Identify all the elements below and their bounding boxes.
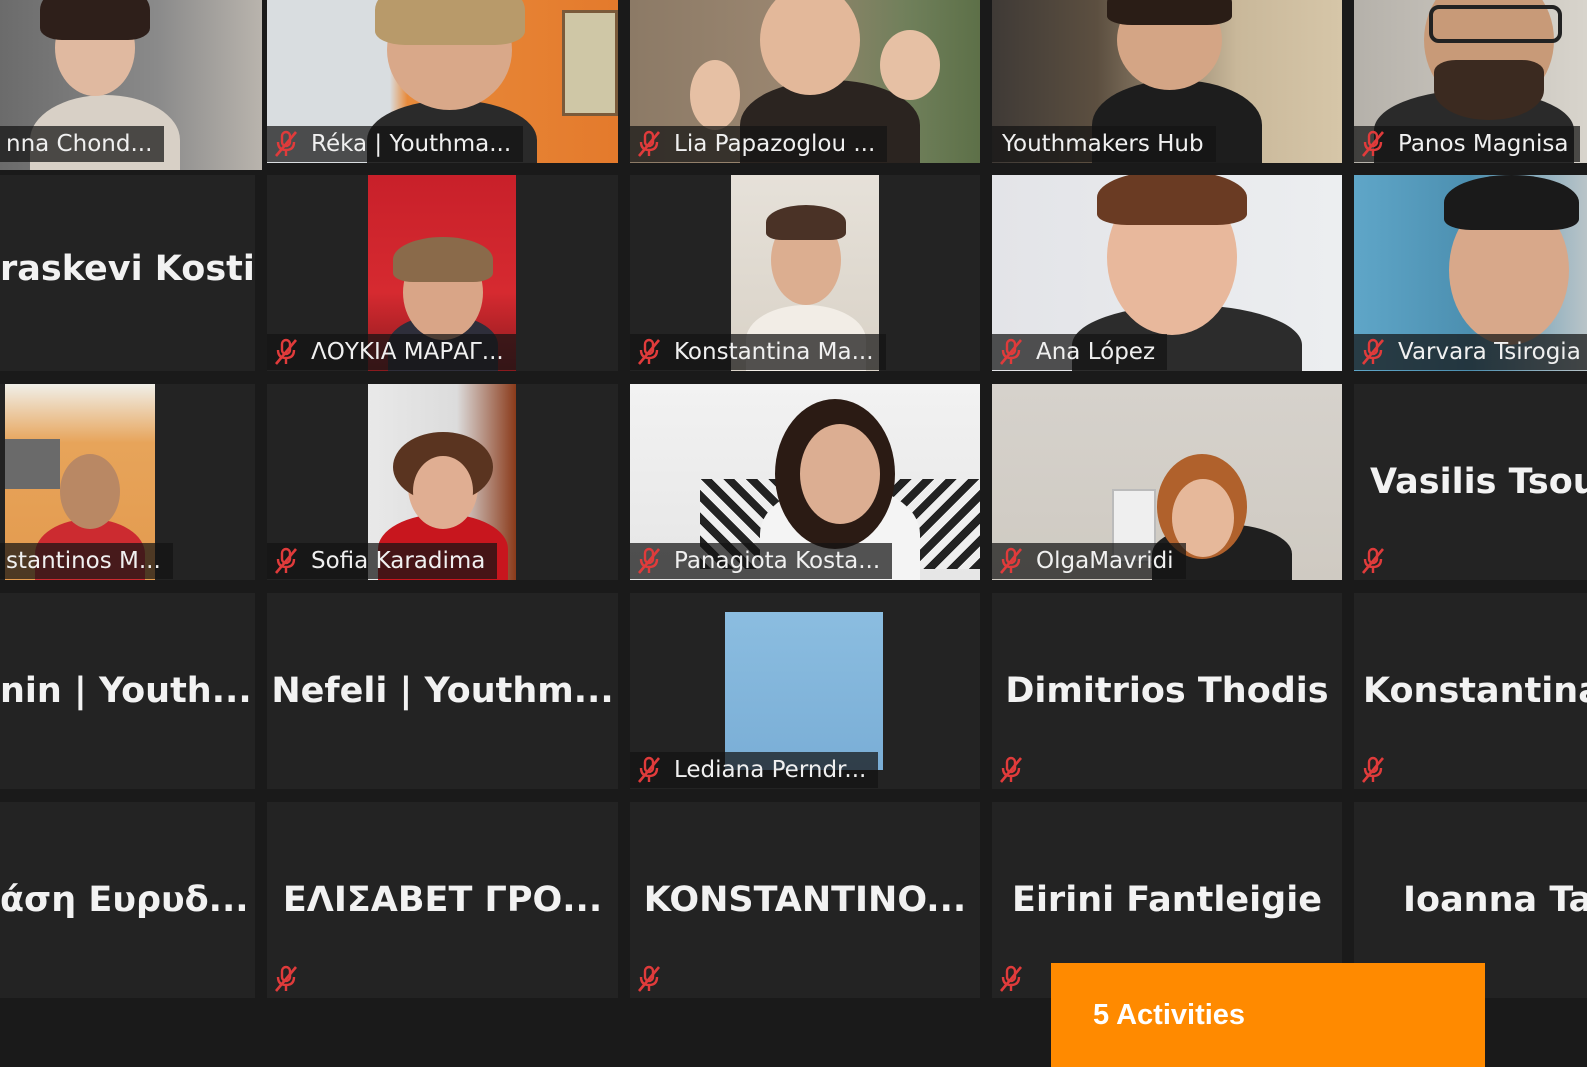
participant-name-label: Konstantina Ma... <box>630 334 886 370</box>
participant-name-label: Réka | Youthma... <box>267 126 524 162</box>
participant-tile[interactable]: Panagiota Kosta... <box>630 384 980 580</box>
participant-name: Vasilis Tsou <box>1370 462 1587 502</box>
participant-tile[interactable]: OlgaMavridi <box>992 384 1342 580</box>
muted-mic-icon <box>1361 547 1385 575</box>
participant-tile[interactable]: stantinos M... <box>0 384 255 580</box>
profile-image <box>725 612 883 770</box>
participant-name: ΕΛΙΣΑΒΕΤ ΓΡΟ... <box>282 880 603 920</box>
muted-mic-icon <box>637 965 661 993</box>
participant-tile[interactable]: Vasilis Tsou <box>1354 384 1587 580</box>
participant-tile[interactable]: Panos Magnisa <box>1354 0 1587 163</box>
participant-name: Eirini Fantleigie <box>1012 880 1322 920</box>
muted-mic-icon <box>1361 756 1385 784</box>
participant-tile[interactable]: Varvara Tsirogia <box>1354 175 1587 371</box>
muted-mic-icon <box>637 338 661 366</box>
muted-mic-icon <box>637 756 661 784</box>
participant-name: Nefeli | Youthm... <box>271 671 614 711</box>
muted-mic-icon <box>637 130 661 158</box>
muted-mic-icon <box>637 547 661 575</box>
participant-tile[interactable]: raskevi Kosti <box>0 175 255 371</box>
participant-tile[interactable]: Youthmakers Hub <box>992 0 1342 163</box>
participant-name-label: Sofia Karadima <box>267 543 498 579</box>
muted-mic-icon <box>274 338 298 366</box>
activities-label: 5 Activities <box>1093 999 1246 1031</box>
participant-name-label: OlgaMavridi <box>992 543 1186 579</box>
participant-name-label: stantinos M... <box>0 543 173 579</box>
participant-name: Ioanna Ta <box>1403 880 1587 920</box>
participant-name: KONSTANTINO... <box>643 880 967 920</box>
participant-name-label: Lia Papazoglou ... <box>630 126 888 162</box>
participant-tile[interactable]: nna Chond... <box>0 0 262 170</box>
activities-banner: 5 Activities <box>1051 963 1485 1067</box>
participant-tile[interactable]: Konstantina <box>1354 593 1587 789</box>
participant-tile[interactable]: nin | Youth... <box>0 593 255 789</box>
muted-mic-icon <box>274 130 298 158</box>
participant-tile[interactable]: Sofia Karadima <box>267 384 618 580</box>
muted-mic-icon <box>999 965 1023 993</box>
participant-name-label: Youthmakers Hub <box>992 126 1216 162</box>
participant-name-label: Panos Magnisa <box>1354 126 1581 162</box>
participant-tile[interactable]: άση Ευρυδ... <box>0 802 255 998</box>
participant-name: Dimitrios Thodis <box>1005 671 1329 711</box>
participant-tile[interactable]: Lia Papazoglou ... <box>630 0 980 163</box>
participant-tile[interactable]: ΕΛΙΣΑΒΕΤ ΓΡΟ... <box>267 802 618 998</box>
muted-mic-icon <box>1361 130 1385 158</box>
participant-tile[interactable]: Konstantina Ma... <box>630 175 980 371</box>
participant-name: raskevi Kosti <box>0 249 255 290</box>
muted-mic-icon <box>274 547 298 575</box>
participant-name: nin | Youth... <box>0 671 252 711</box>
participant-name: Konstantina <box>1363 671 1587 711</box>
participant-tile[interactable]: ΛΟΥΚΙΑ ΜΑΡΑΓ... <box>267 175 618 371</box>
participant-name: άση Ευρυδ... <box>0 880 249 920</box>
participant-tile[interactable]: Dimitrios Thodis <box>992 593 1342 789</box>
participant-name-label: Panagiota Kosta... <box>630 543 893 579</box>
muted-mic-icon <box>274 965 298 993</box>
muted-mic-icon <box>1361 338 1385 366</box>
participant-name-label: Lediana Perndr... <box>630 752 879 788</box>
participant-tile[interactable]: KONSTANTINO... <box>630 802 980 998</box>
participant-tile[interactable]: Réka | Youthma... <box>267 0 618 163</box>
muted-mic-icon <box>999 756 1023 784</box>
participant-tile[interactable]: Ana López <box>992 175 1342 371</box>
muted-mic-icon <box>999 547 1023 575</box>
participant-name-label: Ana López <box>992 334 1168 370</box>
participant-name-label: ΛΟΥΚΙΑ ΜΑΡΑΓ... <box>267 334 516 370</box>
participant-name-label: nna Chond... <box>0 126 165 162</box>
participant-tile[interactable]: Lediana Perndr... <box>630 593 980 789</box>
participant-tile[interactable]: Nefeli | Youthm... <box>267 593 618 789</box>
participant-name-label: Varvara Tsirogia <box>1354 334 1587 370</box>
muted-mic-icon <box>999 338 1023 366</box>
